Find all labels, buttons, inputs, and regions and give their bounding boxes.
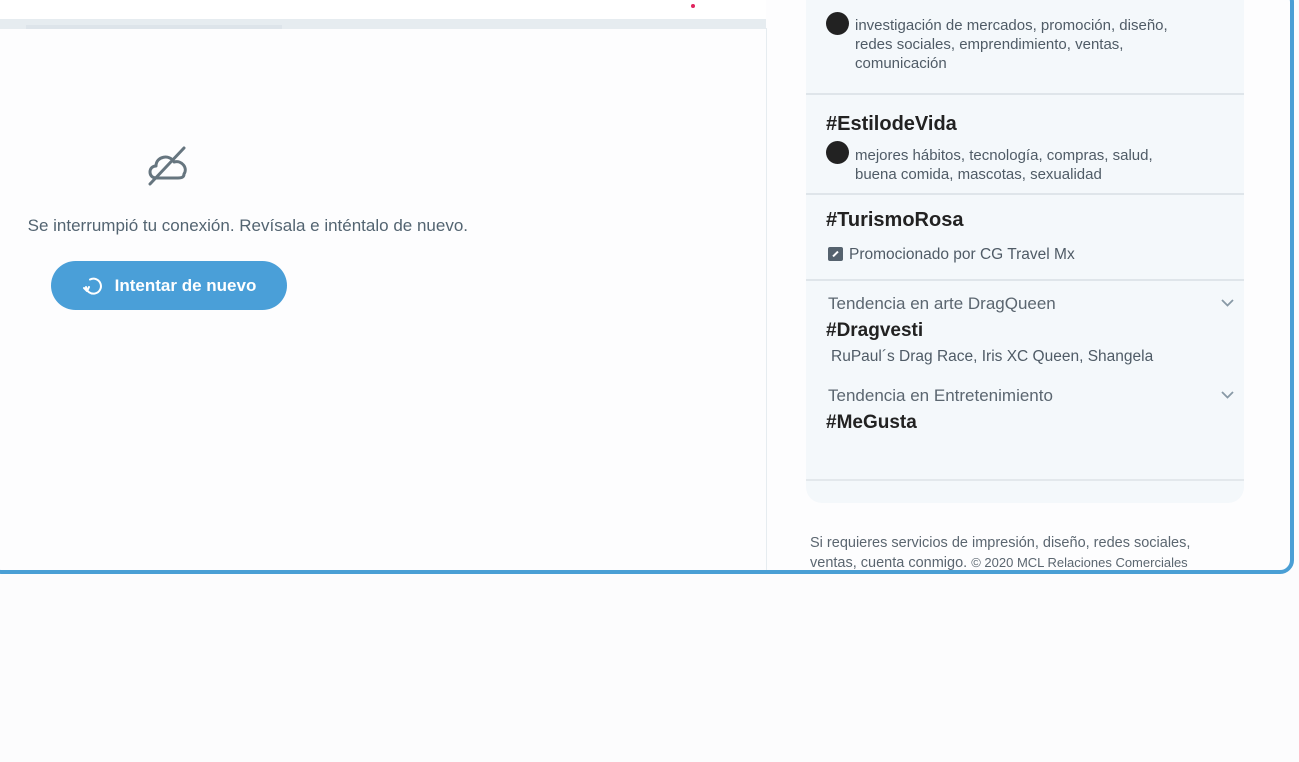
trend-context: Tendencia en Entretenimiento [828,386,1053,405]
trend-title: #EstilodeVida [826,113,957,135]
disconnected-cloud-icon [148,146,187,186]
app-window: Se interrumpió tu conexión. Revísala e i… [0,0,1294,574]
bullet-dot-icon [826,141,849,164]
trend-description-line: mejores hábitos, tecnología, compras, sa… [855,147,1153,164]
trend-title: #TurismoRosa [826,209,964,231]
footer-line-2: ventas, cuenta conmigo. © 2020 MCL Relac… [810,553,1270,571]
bullet-dot-icon [826,12,849,35]
promoted-icon [828,247,843,261]
refresh-icon [82,277,102,295]
footer-copyright: © 2020 MCL Relaciones Comerciales [971,555,1188,570]
trend-context: Tendencia en arte DragQueen [828,294,1056,313]
top-toolbar-strip [0,0,766,29]
column-divider [766,28,767,570]
trends-panel: investigación de mercados, promoción, di… [806,0,1244,503]
promoted-text: Promocionado por CG Travel Mx [849,246,1075,263]
tab-underline [26,25,282,29]
footer-text: Si requieres servicios de impresión, dis… [810,533,1270,571]
trend-description-line: redes sociales, emprendimiento, ventas, [855,36,1124,53]
retry-label: Intentar de nuevo [114,275,257,295]
trend-description: RuPaul´s Drag Race, Iris XC Queen, Shang… [831,348,1154,365]
trend-description-line: comunicación [855,55,947,72]
trend-description-line: investigación de mercados, promoción, di… [855,17,1168,34]
connection-error-message: Se interrumpió tu conexión. Revísala e i… [27,216,468,235]
trend-item[interactable]: investigación de mercados, promoción, di… [806,0,1244,95]
trend-item-promoted[interactable]: #TurismoRosa Promocionado por CG Travel … [806,195,1244,281]
footer-contact-text: ventas, cuenta conmigo. [810,555,968,571]
trend-title: #Dragvesti [826,320,924,341]
trend-item[interactable]: #EstilodeVida mejores hábitos, tecnologí… [806,95,1244,195]
trend-description-line: buena comida, mascotas, sexualidad [855,166,1102,183]
trend-title: #MeGusta [826,412,917,433]
footer-line-1: Si requieres servicios de impresión, dis… [810,535,1191,551]
chevron-down-icon[interactable] [1220,298,1235,308]
chevron-down-icon[interactable] [1220,390,1235,400]
notification-dot [691,4,695,8]
retry-button[interactable]: Intentar de nuevo [51,261,287,310]
trend-item[interactable]: Tendencia en Entretenimiento #MeGusta [806,373,1244,481]
trend-item[interactable]: Tendencia en arte DragQueen #Dragvesti R… [806,281,1244,373]
